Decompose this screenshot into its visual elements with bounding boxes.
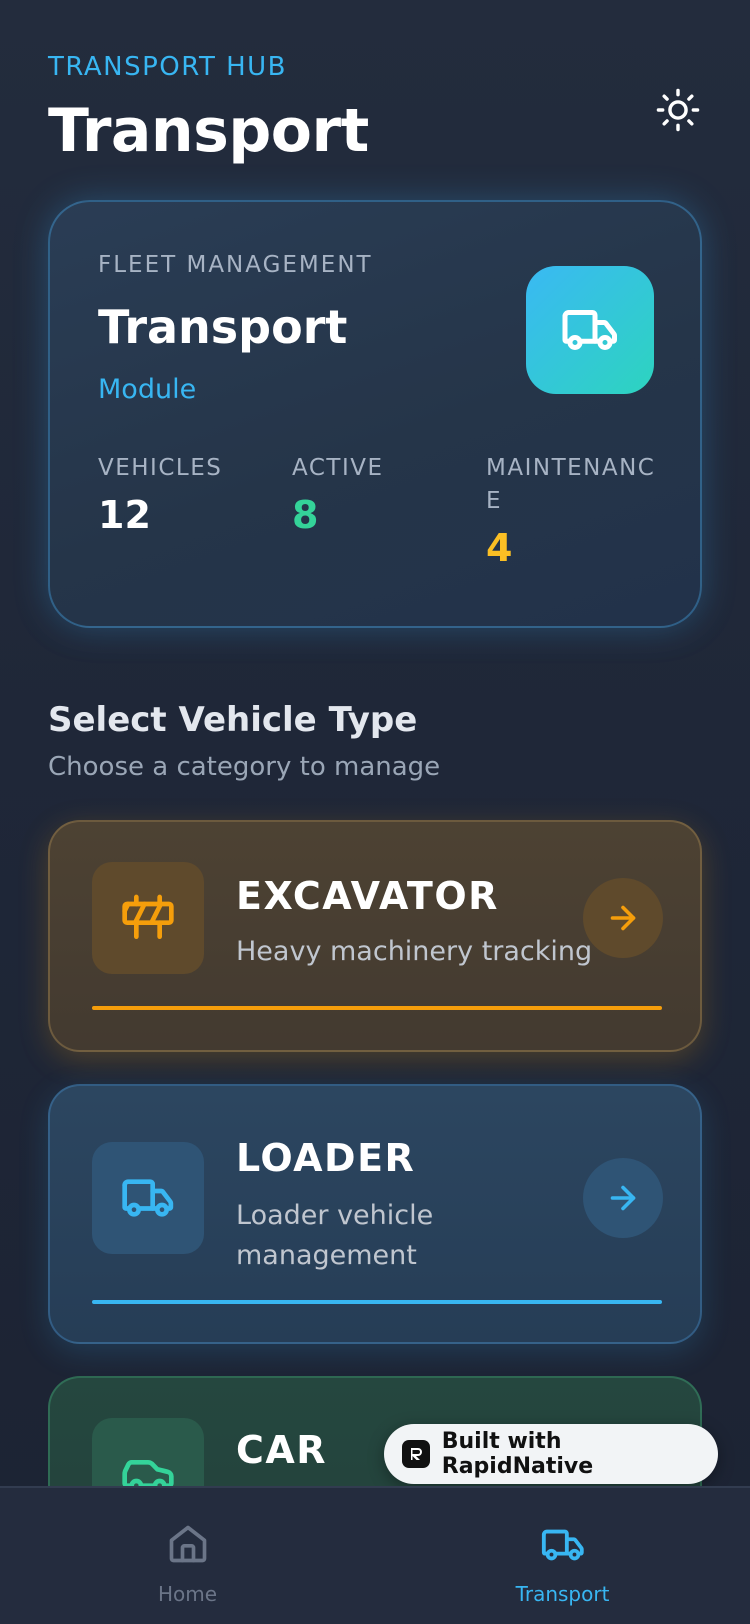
home-icon bbox=[169, 1525, 206, 1563]
arrow-right-icon bbox=[610, 905, 636, 931]
truck-icon bbox=[122, 1179, 174, 1217]
truck-icon bbox=[562, 310, 617, 350]
nav-label: Home bbox=[157, 1582, 218, 1606]
stat-active: ACTIVE 8 bbox=[292, 452, 384, 537]
stat-value: 8 bbox=[292, 493, 319, 537]
stat-value: 4 bbox=[486, 526, 513, 570]
stat-label: VEHICLES bbox=[98, 455, 223, 481]
vehicle-accent-bar bbox=[92, 1300, 662, 1304]
transport-screen: TRANSPORT HUB Transport FLEET MANAGEMENT… bbox=[0, 0, 750, 1624]
module-subtitle: Module bbox=[98, 374, 197, 405]
vehicle-arrow-button[interactable] bbox=[583, 878, 663, 958]
vehicle-accent-bar bbox=[92, 1006, 662, 1010]
vehicle-name: EXCAVATOR bbox=[236, 874, 499, 918]
stat-label: ACTIVE bbox=[292, 455, 384, 481]
vehicle-name: CAR bbox=[236, 1428, 328, 1472]
theme-toggle-button[interactable] bbox=[652, 84, 704, 136]
nav-label: Transport bbox=[515, 1582, 610, 1606]
vehicle-card-excavator[interactable]: EXCAVATOR Heavy machinery tracking bbox=[48, 820, 702, 1052]
section-subtitle: Choose a category to manage bbox=[48, 752, 441, 782]
badge-label: Built with RapidNative bbox=[441, 1429, 594, 1479]
vehicle-description: Heavy machinery tracking bbox=[236, 936, 593, 967]
module-icon-tile bbox=[526, 266, 654, 394]
built-with-badge[interactable]: Built with RapidNative bbox=[384, 1424, 718, 1484]
section-title: Select Vehicle Type bbox=[48, 700, 418, 740]
barrier-icon bbox=[122, 894, 174, 939]
fleet-module-card: FLEET MANAGEMENT Transport Module VEHICL… bbox=[48, 200, 702, 628]
vehicle-name: LOADER bbox=[236, 1136, 416, 1180]
stat-value: 12 bbox=[98, 493, 151, 537]
sun-icon bbox=[656, 88, 700, 132]
truck-icon bbox=[541, 1529, 584, 1561]
arrow-right-icon bbox=[610, 1185, 636, 1211]
stat-label: MAINTENANCE bbox=[486, 455, 656, 514]
rapidnative-logo-icon bbox=[402, 1440, 430, 1468]
vehicle-description: Loader vehicle management bbox=[236, 1200, 434, 1271]
header-eyebrow: TRANSPORT HUB bbox=[48, 52, 288, 82]
stat-maintenance: MAINTENANCE 4 bbox=[486, 452, 666, 570]
nav-item-home[interactable]: Home bbox=[0, 1488, 375, 1624]
vehicle-icon-tile bbox=[92, 862, 204, 974]
module-eyebrow: FLEET MANAGEMENT bbox=[98, 252, 373, 278]
stat-vehicles: VEHICLES 12 bbox=[98, 452, 222, 537]
bottom-nav: Home Transport bbox=[0, 1486, 750, 1624]
vehicle-card-loader[interactable]: LOADER Loader vehicle management bbox=[48, 1084, 702, 1344]
nav-item-transport[interactable]: Transport bbox=[375, 1488, 750, 1624]
vehicle-icon-tile bbox=[92, 1142, 204, 1254]
page-title: Transport bbox=[48, 96, 369, 166]
vehicle-arrow-button[interactable] bbox=[583, 1158, 663, 1238]
module-title: Transport bbox=[98, 300, 348, 354]
